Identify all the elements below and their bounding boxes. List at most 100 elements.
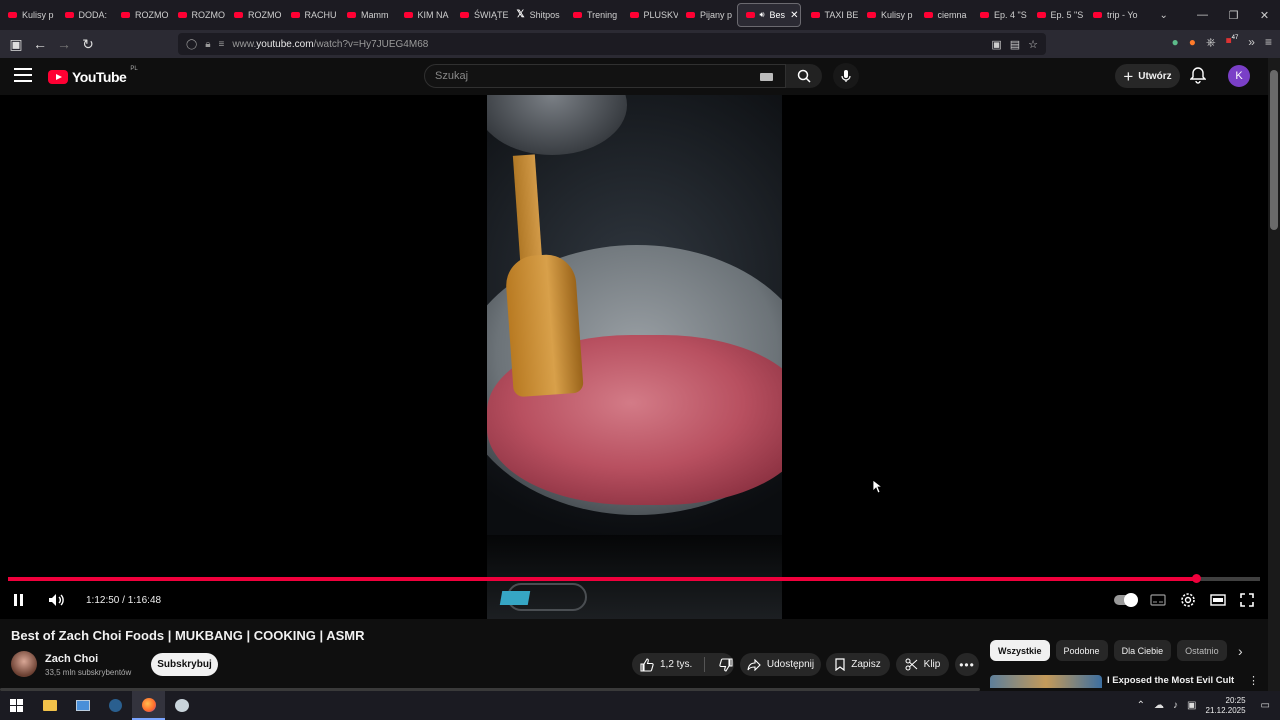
- chevron-right-icon[interactable]: ›: [1238, 643, 1243, 659]
- share-button[interactable]: Udostępnij: [740, 653, 821, 676]
- browser-tab[interactable]: RACHU: [283, 0, 340, 30]
- notifications-center-icon[interactable]: ▭: [1261, 700, 1270, 711]
- app-menu-icon[interactable]: ≡: [1265, 35, 1272, 50]
- browser-tab[interactable]: Mamm: [339, 0, 396, 30]
- browser-tab[interactable]: ROZMO: [170, 0, 227, 30]
- lock-icon[interactable]: 🔒︎: [205, 39, 210, 50]
- voice-search-button[interactable]: [833, 63, 859, 89]
- fullscreen-icon[interactable]: [1240, 593, 1254, 607]
- progress-bar[interactable]: [8, 574, 1260, 583]
- extensions-puzzle-icon[interactable]: ⎈: [1206, 35, 1216, 50]
- network-icon[interactable]: ▣: [1187, 700, 1196, 711]
- browser-tab[interactable]: Ep. 5 "S: [1029, 0, 1086, 30]
- browser-tab[interactable]: Pijany p: [678, 0, 735, 30]
- progress-scrubber-handle[interactable]: [1191, 574, 1201, 583]
- channel-name[interactable]: Zach Choi: [45, 653, 98, 665]
- bookmark-star-icon[interactable]: ☆: [1028, 38, 1038, 51]
- list-all-tabs-icon[interactable]: ⌄: [1160, 10, 1168, 21]
- chip-recent[interactable]: Ostatnio: [1177, 640, 1227, 661]
- url-text[interactable]: www.youtube.com/watch?v=Hy7JUEG4M68: [232, 39, 428, 50]
- pause-button[interactable]: [14, 589, 30, 611]
- browser-tab[interactable]: TAXI BE: [803, 0, 860, 30]
- browser-tab[interactable]: KIM NA: [396, 0, 453, 30]
- dislike-button[interactable]: [719, 657, 733, 672]
- reader-view-icon[interactable]: ▤: [1010, 38, 1020, 51]
- youtube-icon: [290, 12, 300, 18]
- recommendation-title[interactable]: I Exposed the Most Evil Cult in America: [1107, 674, 1237, 688]
- browser-tab[interactable]: Kulisy p: [0, 0, 57, 30]
- browser-tab[interactable]: 🔊︎ Bes ✕: [736, 3, 801, 27]
- account-avatar[interactable]: K: [1228, 65, 1250, 87]
- restore-button[interactable]: ❐: [1218, 0, 1249, 30]
- autoplay-toggle[interactable]: [1114, 593, 1138, 607]
- app-icon[interactable]: [165, 691, 198, 720]
- permissions-icon[interactable]: ≡: [219, 39, 225, 50]
- chip-related[interactable]: Podobne: [1055, 640, 1108, 661]
- ublock-icon[interactable]: ■47: [1226, 35, 1239, 50]
- windows-start-icon[interactable]: [0, 691, 33, 720]
- vpn-extension-icon[interactable]: ●: [1171, 35, 1178, 50]
- clock[interactable]: 20:25 21.12.2025: [1206, 696, 1246, 716]
- file-explorer-icon[interactable]: [33, 691, 66, 720]
- search-box[interactable]: [424, 64, 786, 88]
- youtube-header: YouTube PL + Utwórz K: [0, 58, 1268, 95]
- chip-all[interactable]: Wszystkie: [990, 640, 1050, 661]
- close-tab-icon[interactable]: ✕: [790, 10, 798, 21]
- video-frame[interactable]: [487, 95, 782, 619]
- page-scrollbar[interactable]: [1268, 58, 1280, 691]
- speaker-playing-icon[interactable]: 🔊︎: [760, 10, 765, 20]
- theater-mode-icon[interactable]: [1210, 594, 1226, 606]
- close-window-button[interactable]: ✕: [1249, 0, 1280, 30]
- search-input[interactable]: [435, 70, 755, 82]
- fox-extension-icon[interactable]: ●: [1189, 35, 1196, 50]
- channel-avatar[interactable]: [11, 651, 37, 677]
- save-button[interactable]: Zapisz: [826, 653, 890, 676]
- settings-gear-icon[interactable]: [1180, 592, 1196, 608]
- recommendation-thumbnail[interactable]: [990, 675, 1102, 688]
- notifications-button[interactable]: [1190, 66, 1206, 84]
- chip-for-you[interactable]: Dla Ciebie: [1113, 640, 1172, 661]
- browser-tab[interactable]: ROZMO: [226, 0, 283, 30]
- browser-tab[interactable]: trip - Yo: [1085, 0, 1142, 30]
- speaker-icon[interactable]: ♪: [1173, 700, 1178, 711]
- reload-button[interactable]: ↻: [76, 32, 100, 56]
- subscribe-button[interactable]: Subskrybuj: [151, 653, 218, 676]
- video-player[interactable]: 1:12:50 / 1:16:48: [0, 95, 1268, 619]
- back-button[interactable]: ←: [28, 32, 52, 56]
- browser-tab[interactable]: PLUSKV: [622, 0, 678, 30]
- subtitles-icon[interactable]: [1150, 594, 1166, 606]
- forward-button[interactable]: →: [52, 32, 76, 56]
- guide-menu-icon[interactable]: [14, 68, 32, 82]
- browser-tab[interactable]: DODA:: [57, 0, 114, 30]
- browser-tab[interactable]: ciemna: [916, 0, 973, 30]
- create-button[interactable]: + Utwórz: [1115, 64, 1180, 88]
- mute-button[interactable]: [48, 589, 66, 611]
- browser-tab[interactable]: Ep. 4 "S: [972, 0, 1029, 30]
- scrollbar-thumb[interactable]: [1270, 70, 1278, 230]
- extensions-area: ● ● ⎈ ■47 » ≡: [1171, 35, 1272, 50]
- browser-tab[interactable]: Trening: [565, 0, 622, 30]
- like-button[interactable]: 1,2 tys.: [640, 657, 692, 672]
- remote-desktop-icon[interactable]: [66, 691, 99, 720]
- shield-icon[interactable]: ◯: [186, 39, 197, 50]
- youtube-logo[interactable]: YouTube PL: [48, 66, 138, 85]
- address-bar[interactable]: ◯ 🔒︎ ≡ www.youtube.com/watch?v=Hy7JUEG4M…: [178, 33, 1046, 55]
- tray-expand-icon[interactable]: ⌃: [1137, 700, 1145, 711]
- keyboard-icon[interactable]: [760, 73, 773, 81]
- browser-tab[interactable]: ROZMO: [113, 0, 170, 30]
- browser-tab[interactable]: ŚWIĄTE: [452, 0, 509, 30]
- minimize-button[interactable]: —: [1187, 0, 1218, 30]
- firefox-icon[interactable]: [132, 691, 165, 720]
- more-actions-button[interactable]: •••: [955, 653, 979, 676]
- overflow-chevron-icon[interactable]: »: [1248, 35, 1255, 50]
- sidebar-toggle-icon[interactable]: ▣: [4, 32, 28, 56]
- picture-in-picture-icon[interactable]: ▣: [991, 38, 1001, 51]
- steam-icon[interactable]: [99, 691, 132, 720]
- search-button[interactable]: [786, 64, 822, 88]
- browser-tab[interactable]: Kulisy p: [859, 0, 916, 30]
- clip-button[interactable]: Klip: [896, 653, 949, 676]
- more-vertical-icon[interactable]: ⋮: [1248, 674, 1259, 687]
- youtube-icon: [686, 12, 695, 18]
- onedrive-icon[interactable]: ☁: [1154, 700, 1164, 711]
- browser-tab[interactable]: 𝕏 Shitpos: [509, 0, 566, 30]
